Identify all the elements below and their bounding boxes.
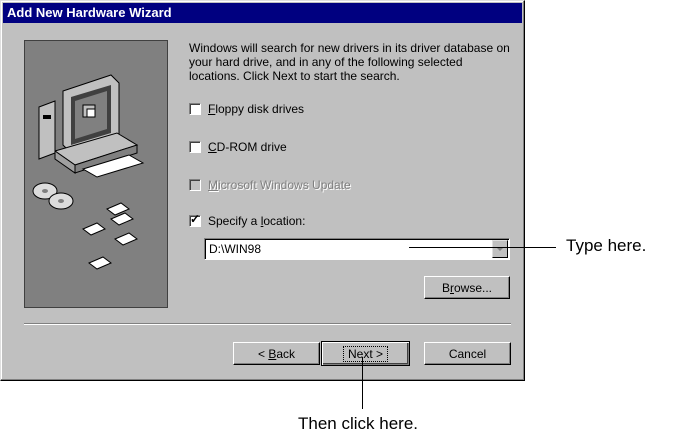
windows-update-option: Microsoft Windows Update [189, 177, 351, 193]
floppy-checkbox[interactable] [189, 103, 201, 115]
location-value[interactable]: D:\WIN98 [209, 242, 261, 256]
wizard-illustration [24, 40, 168, 308]
cancel-label: Cancel [448, 346, 487, 361]
browse-label-post: owse... [454, 280, 493, 295]
cd-rom-drive-option[interactable]: CD-ROM drive [189, 139, 287, 155]
type-here-callout: Type here. [566, 236, 647, 255]
browse-label-pre: B [441, 280, 450, 295]
windows-update-label: icrosoft Windows Update [218, 178, 351, 192]
cancel-button[interactable]: Cancel [424, 342, 511, 365]
add-new-hardware-wizard-dialog: Add New Hardware Wizard Windows will sea… [0, 0, 525, 381]
browse-button[interactable]: Br owse... [424, 276, 510, 299]
cdrom-label: D-ROM drive [216, 140, 287, 154]
specify-location-checkbox[interactable]: ✓ [189, 212, 201, 227]
next-button[interactable]: Next > [321, 341, 410, 366]
dropdown-button[interactable] [492, 240, 508, 258]
cdrom-checkbox[interactable] [189, 141, 201, 153]
cdrom-accel: C [208, 140, 217, 154]
separator [24, 323, 511, 325]
title-bar[interactable]: Add New Hardware Wizard [3, 3, 522, 23]
windows-update-accel: M [208, 178, 218, 192]
back-label-pre: < [257, 346, 269, 361]
click-here-callout: Then click here. [298, 414, 418, 433]
specify-location-option[interactable]: ✓ Specify a location: [189, 212, 306, 229]
window-title: Add New Hardware Wizard [7, 5, 172, 20]
windows-update-checkbox [189, 179, 201, 191]
location-label-post: ocation: [263, 214, 306, 228]
back-button[interactable]: < Back [233, 342, 320, 365]
click-here-pointer-line [362, 357, 363, 409]
checkmark-icon: ✓ [190, 212, 201, 226]
back-label-post: ack [276, 346, 296, 361]
instructions-text: Windows will search for new drivers in i… [189, 41, 510, 83]
next-label: Next > [342, 345, 388, 362]
floppy-label: loppy disk drives [215, 102, 305, 116]
type-here-pointer-line [409, 247, 556, 248]
back-accel: B [268, 346, 277, 361]
floppy-disk-drives-option[interactable]: Floppy disk drives [189, 101, 304, 117]
computer-and-discs-icon [32, 74, 145, 270]
location-label-pre: Specify a [208, 214, 261, 228]
location-combobox[interactable]: D:\WIN98 [204, 238, 510, 260]
